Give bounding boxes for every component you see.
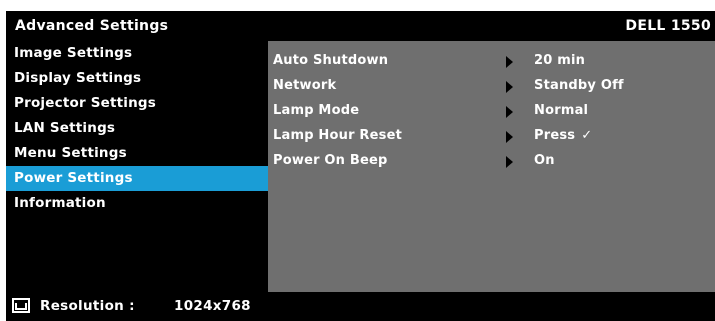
sidebar-item-image-settings[interactable]: Image Settings <box>6 41 268 66</box>
triangle-right-icon <box>506 156 513 168</box>
triangle-right-icon <box>506 131 513 143</box>
power-settings-panel: Auto Shutdown 20 min Network Standby Off… <box>268 41 715 292</box>
setting-label: Network <box>273 78 337 93</box>
setting-value: Press ✓ <box>534 124 592 148</box>
triangle-right-icon <box>506 106 513 118</box>
sidebar-item-label: Menu Settings <box>14 145 127 161</box>
setting-value: 20 min <box>534 53 586 68</box>
menu-title: Advanced Settings <box>15 18 169 34</box>
sidebar-item-information[interactable]: Information <box>6 191 268 216</box>
setting-label: Lamp Hour Reset <box>273 128 403 143</box>
sidebar-item-menu-settings[interactable]: Menu Settings <box>6 141 268 166</box>
sidebar-item-label: Information <box>14 195 106 211</box>
checkmark-icon: ✓ <box>581 128 593 143</box>
setting-label: Auto Shutdown <box>273 53 389 68</box>
setting-row-lamp-hour-reset[interactable]: Lamp Hour Reset Press ✓ <box>268 124 715 148</box>
sidebar-item-power-settings[interactable]: Power Settings <box>6 166 268 191</box>
setting-row-lamp-mode[interactable]: Lamp Mode Normal <box>268 99 715 123</box>
osd-menu: Advanced Settings DELL 1550 Image Settin… <box>0 0 715 321</box>
sidebar-item-lan-settings[interactable]: LAN Settings <box>6 116 268 141</box>
setting-label: Lamp Mode <box>273 103 360 118</box>
sidebar-item-label: Power Settings <box>14 170 133 186</box>
settings-sidebar: Image Settings Display Settings Projecto… <box>6 41 268 292</box>
resolution-label: Resolution : <box>40 298 135 314</box>
status-bar: Resolution : 1024x768 <box>6 292 715 321</box>
resolution-value: 1024x768 <box>174 298 251 314</box>
setting-value: On <box>534 153 555 168</box>
setting-row-network[interactable]: Network Standby Off <box>268 74 715 98</box>
triangle-right-icon <box>506 56 513 68</box>
sidebar-item-label: Display Settings <box>14 70 142 86</box>
screen-resolution-icon <box>12 298 30 313</box>
setting-row-power-on-beep[interactable]: Power On Beep On <box>268 149 715 173</box>
setting-value: Standby Off <box>534 78 624 93</box>
triangle-right-icon <box>506 81 513 93</box>
sidebar-item-label: Projector Settings <box>14 95 157 111</box>
setting-label: Power On Beep <box>273 153 388 168</box>
setting-value-text: Press <box>534 128 576 143</box>
sidebar-item-projector-settings[interactable]: Projector Settings <box>6 91 268 116</box>
osd-header: Advanced Settings DELL 1550 <box>6 11 715 41</box>
sidebar-item-display-settings[interactable]: Display Settings <box>6 66 268 91</box>
sidebar-item-label: Image Settings <box>14 45 133 61</box>
setting-value: Normal <box>534 103 589 118</box>
model-name: DELL 1550 <box>625 18 711 34</box>
setting-row-auto-shutdown[interactable]: Auto Shutdown 20 min <box>268 49 715 73</box>
sidebar-item-label: LAN Settings <box>14 120 116 136</box>
